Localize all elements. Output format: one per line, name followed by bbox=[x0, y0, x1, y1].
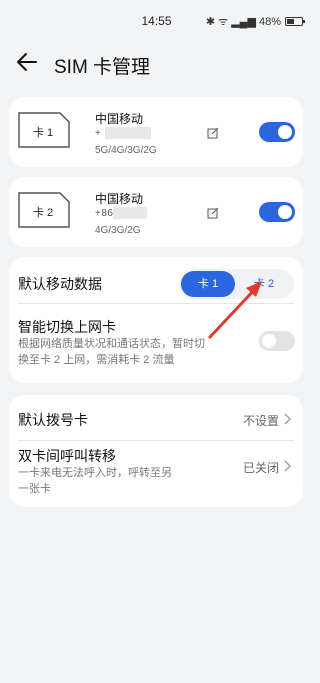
page-title: SIM 卡管理 bbox=[54, 57, 151, 78]
edit-icon[interactable] bbox=[207, 127, 219, 139]
call-settings-card: 默认拨号卡 不设置 双卡间呼叫转移 一卡来电无法呼入时，呼转至另 一张卡 已关闭 bbox=[9, 395, 303, 507]
carrier-name: 中国移动 bbox=[95, 192, 144, 206]
battery-icon bbox=[285, 17, 305, 26]
call-forward-desc-1: 一卡来电无法呼入时，呼转至另 bbox=[18, 467, 172, 479]
status-icons: ✱ ᯤ ▂▄▆ 48% bbox=[205, 14, 305, 29]
smart-switch-label: 智能切换上网卡 bbox=[18, 319, 116, 335]
data-settings-card: 默认移动数据 卡 1 卡 2 智能切换上网卡 根据网络质量状况和通话状态，暂时切… bbox=[9, 257, 303, 383]
smart-switch-desc-2: 换至卡 2 上网，需消耗卡 2 流量 bbox=[18, 354, 175, 366]
phone-redaction bbox=[105, 127, 151, 139]
call-forward-desc-2: 一张卡 bbox=[18, 483, 51, 495]
mobile-data-selector[interactable]: 卡 1 卡 2 bbox=[179, 269, 294, 299]
sim-card-2[interactable]: 卡 2 中国移动 +86 79442 4G/3G/2G bbox=[9, 177, 303, 247]
mobile-data-option-sim1[interactable]: 卡 1 bbox=[181, 271, 235, 297]
chevron-right-icon bbox=[284, 413, 291, 425]
status-bar: 14:55 ✱ ᯤ ▂▄▆ 48% bbox=[0, 0, 313, 40]
chevron-right-icon bbox=[284, 460, 291, 472]
default-dial-value: 不设置 bbox=[242, 414, 279, 428]
sim-2-toggle[interactable] bbox=[259, 202, 295, 222]
divider bbox=[18, 303, 294, 304]
default-dial-row[interactable]: 默认拨号卡 不设置 bbox=[9, 395, 303, 441]
carrier-name: 中国移动 bbox=[95, 112, 144, 126]
call-forward-value: 已关闭 bbox=[242, 461, 279, 475]
default-dial-label: 默认拨号卡 bbox=[18, 412, 88, 428]
edit-icon[interactable] bbox=[207, 207, 219, 219]
back-arrow-icon[interactable] bbox=[16, 50, 38, 74]
mobile-data-label: 默认移动数据 bbox=[18, 276, 102, 292]
phone-redaction bbox=[113, 207, 147, 219]
status-icons-text: ✱ ᯤ ▂▄▆ 48% bbox=[205, 16, 281, 28]
call-forward-label: 双卡间呼叫转移 bbox=[18, 448, 116, 464]
call-forward-row[interactable]: 双卡间呼叫转移 一卡来电无法呼入时，呼转至另 一张卡 已关闭 bbox=[9, 441, 303, 507]
smart-switch-desc-1: 根据网络质量状况和通话状态，暂时切 bbox=[18, 338, 205, 350]
sim-slot-label: 卡 2 bbox=[33, 207, 54, 219]
sim-slot-label: 卡 1 bbox=[33, 127, 54, 139]
sim-1-toggle[interactable] bbox=[259, 122, 295, 142]
mobile-data-option-sim2[interactable]: 卡 2 bbox=[237, 271, 291, 297]
network-types: 5G/4G/3G/2G bbox=[95, 145, 157, 156]
smart-switch-toggle[interactable] bbox=[259, 331, 295, 351]
network-types: 4G/3G/2G bbox=[95, 225, 141, 236]
title-bar: SIM 卡管理 bbox=[0, 44, 313, 82]
sim-card-1[interactable]: 卡 1 中国移动 + 974 5G/4G/3G/2G bbox=[9, 97, 303, 167]
